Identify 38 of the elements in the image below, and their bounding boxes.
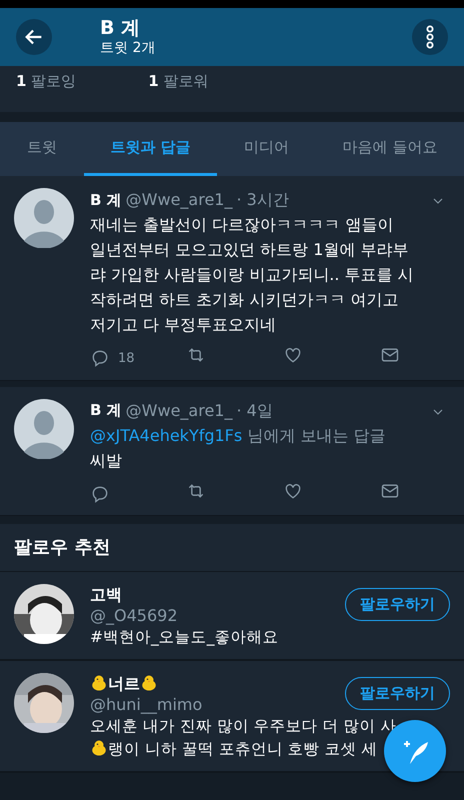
user-name: 너르 [90,673,345,694]
user-bio: 랭이 니하 꿀떡 포츄언니 호빵 코셋 세 [90,738,378,761]
mention-link[interactable]: @xJTA4ehekYfg1Fs [90,426,242,444]
chick-icon [90,739,108,757]
author-name: B 계 [90,400,122,422]
default-avatar-icon [14,398,74,458]
user-name: 고백 [90,584,123,605]
follow-button[interactable]: 팔로우하기 [345,588,450,620]
tab[interactable]: 미디어 [217,122,316,176]
more-button[interactable] [412,19,448,55]
tab[interactable]: 트윗 [0,122,84,176]
tweet-time: · 4일 [236,400,274,422]
chick-icon [140,674,158,692]
follow-stat[interactable]: 1 팔로잉 [16,70,76,112]
author-name: B 계 [90,190,122,211]
back-button[interactable] [16,19,52,55]
reply-count: 18 [118,350,135,368]
follow-button[interactable]: 팔로우하기 [345,677,450,710]
reply-icon[interactable] [90,484,110,504]
chick-icon [90,674,108,692]
more-icon [425,25,435,49]
default-avatar-icon [14,188,74,248]
tweet-text: 씨발 [90,450,123,472]
user-handle[interactable]: @huni__mimo [90,694,345,715]
reply-context: @xJTA4ehekYfg1Fs 님에게 보내는 답글 [90,424,386,446]
reply-icon[interactable] [90,348,110,368]
section-title: 팔로우 추천 [0,524,464,572]
profile-name: B 계 [100,17,142,39]
user-handle[interactable]: @_O45692 [90,605,345,626]
tab[interactable]: 마음에 들어요 [316,122,464,176]
tweet-text: 재네는 출발선이 다르잖아ㅋㅋㅋㅋ 앰들이 일년전부터 모으고있던 하트랑 1월에 부랴부랴 가입한 사람들이랑 비교가되니.. 투표를 시작하려면 하트 초기화 시키던가ㅋㅋ 여기고 저기고 다 부정투표오지네 [90,214,414,336]
tweet-time: · 3시간 [236,189,290,211]
follow-stat[interactable]: 1 팔로워 [148,70,208,112]
author-handle[interactable]: @Wwe_are1_ [126,398,232,422]
user-bio: #백현아_오늘도_좋아해요 [90,627,278,648]
tweet-count: 트윗 2개 [100,39,156,57]
author-handle[interactable]: @Wwe_are1_ [126,188,232,212]
heart-icon[interactable] [283,345,303,365]
